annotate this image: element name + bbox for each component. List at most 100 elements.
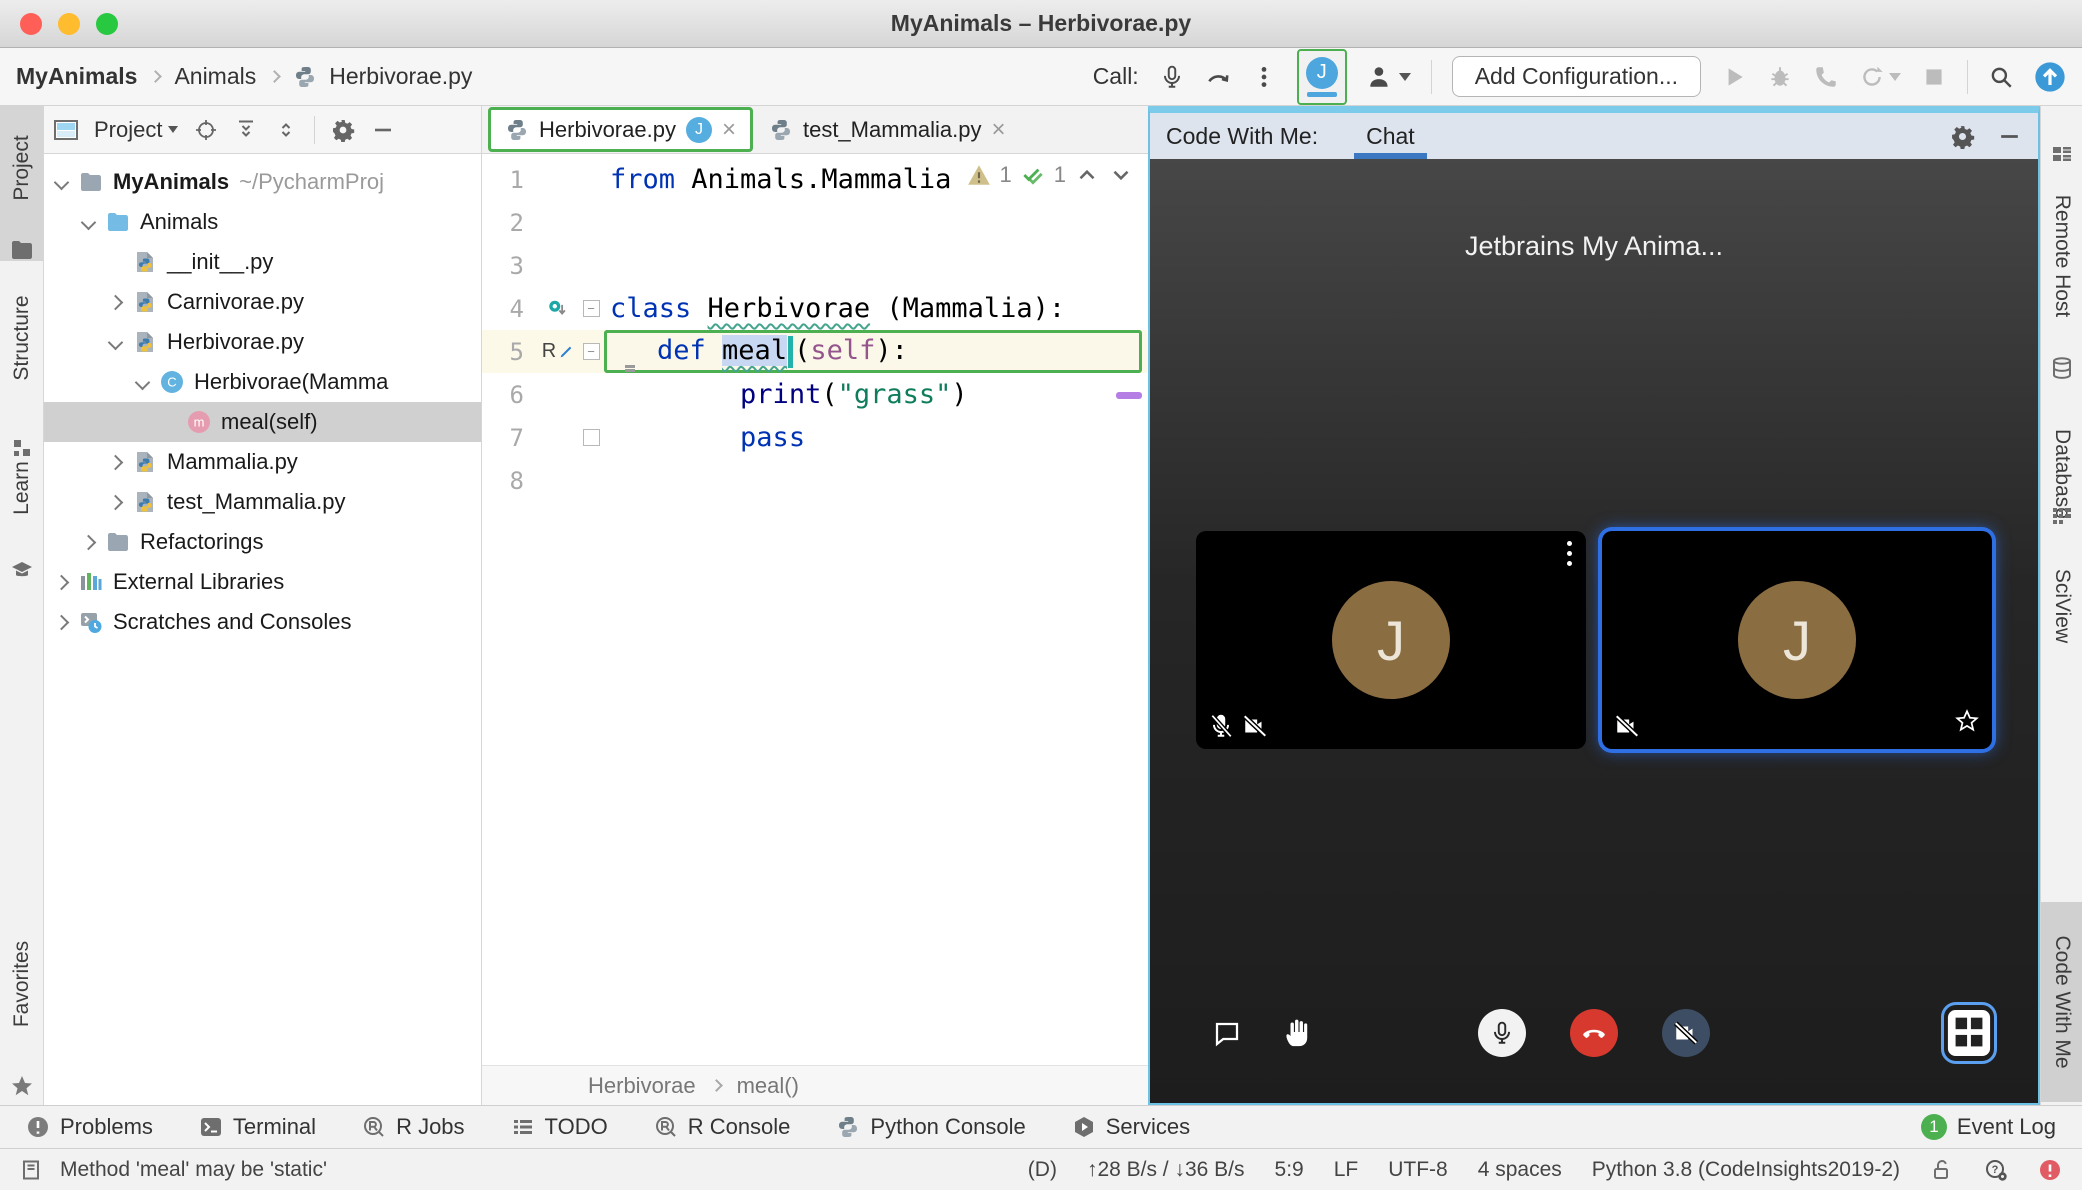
grid-view-button[interactable]	[1941, 1002, 1997, 1064]
gear-icon[interactable]	[331, 118, 355, 142]
fold-marker-icon[interactable]: −	[582, 300, 600, 317]
end-call-button[interactable]	[1570, 1009, 1618, 1057]
zoom-window-button[interactable]	[96, 13, 118, 35]
video-tile-1[interactable]: J	[1196, 531, 1586, 749]
fold-marker-icon[interactable]: −	[582, 343, 600, 360]
video-tile-2[interactable]: J	[1602, 531, 1992, 749]
status-segment-d[interactable]: (D)	[1028, 1158, 1057, 1182]
fold-marker-icon[interactable]	[582, 429, 600, 446]
stripe-item-remote-host[interactable]: Remote Host	[2050, 195, 2074, 318]
tab-herbivorae-py[interactable]: Herbivorae.py J ×	[488, 107, 753, 152]
project-view-selector[interactable]: Project	[94, 117, 179, 143]
hangup-icon[interactable]	[1205, 64, 1231, 90]
toolwindow-button-r-jobs[interactable]: R Jobs	[362, 1114, 465, 1140]
collapse-all-icon[interactable]	[274, 118, 298, 142]
camera-toggle-button[interactable]	[1662, 1009, 1710, 1057]
code-area[interactable]: 1 1 1 from Animals.Mammalia 2 3 4− class Herb…	[482, 154, 1148, 1065]
stripe-item-structure[interactable]: Structure	[10, 295, 34, 380]
code-line-7[interactable]: 7 pass	[482, 416, 1148, 459]
editor-breadcrumb-herbivorae[interactable]: Herbivorae	[588, 1073, 696, 1099]
tip-icon[interactable]: ?	[1984, 1158, 2008, 1182]
warning-icon[interactable]	[966, 162, 992, 188]
window-icon[interactable]	[20, 1158, 44, 1182]
gear-icon[interactable]	[1950, 124, 1975, 149]
tree-item-carnivorae-py[interactable]: Carnivorae.py	[44, 282, 481, 322]
chevron-right-icon[interactable]	[80, 534, 97, 550]
tree-item-scratches-and-consoles[interactable]: Scratches and Consoles	[44, 602, 481, 642]
code-line-6[interactable]: 6 print("grass")	[482, 373, 1148, 416]
tree-item-test-mammalia-py[interactable]: test_Mammalia.py	[44, 482, 481, 522]
microphone-icon[interactable]	[1159, 64, 1185, 90]
code-line-2[interactable]: 2	[482, 201, 1148, 244]
toolwindow-button-problems[interactable]: Problems	[26, 1114, 153, 1140]
chevron-down-icon[interactable]	[134, 374, 151, 390]
editor-breadcrumb-meal[interactable]: meal()	[737, 1073, 799, 1099]
toolwindow-button-services[interactable]: Services	[1072, 1114, 1190, 1140]
stop-icon[interactable]	[1921, 64, 1947, 90]
close-icon[interactable]: ×	[991, 117, 1005, 142]
code-line-3[interactable]: 3	[482, 244, 1148, 287]
chevron-down-icon[interactable]	[107, 334, 124, 350]
add-configuration-button[interactable]: Add Configuration...	[1451, 56, 1701, 97]
tree-item-myanimals[interactable]: MyAnimals ~/PycharmProj	[44, 162, 481, 202]
status-segment-lf[interactable]: LF	[1334, 1158, 1359, 1182]
chevron-right-icon[interactable]	[53, 574, 70, 590]
status-segment-utf-8[interactable]: UTF-8	[1388, 1158, 1448, 1182]
toolwindow-button-event-log[interactable]: 1 Event Log	[1920, 1114, 2056, 1140]
chevron-right-icon[interactable]	[107, 494, 124, 510]
expand-all-icon[interactable]	[234, 118, 258, 142]
pin-star-icon[interactable]	[1954, 708, 1980, 739]
stripe-item-sciview[interactable]: SciView	[2050, 569, 2074, 643]
raise-hand-icon[interactable]	[1282, 1015, 1316, 1054]
phone-icon[interactable]	[1813, 64, 1839, 90]
kebab-menu-icon[interactable]	[1251, 64, 1277, 90]
tile-menu-icon[interactable]	[1567, 541, 1572, 566]
chevron-right-icon[interactable]	[107, 454, 124, 470]
tree-item-animals[interactable]: Animals	[44, 202, 481, 242]
debug-icon[interactable]	[1767, 64, 1793, 90]
close-window-button[interactable]	[20, 13, 42, 35]
tab-chat[interactable]: Chat	[1354, 113, 1427, 159]
chat-bubble-icon[interactable]	[1212, 1019, 1242, 1054]
tree-item-herbivorae-mamma[interactable]: C Herbivorae(Mamma	[44, 362, 481, 402]
toolwindow-button-r-console[interactable]: R Console	[654, 1114, 790, 1140]
hide-panel-icon[interactable]	[371, 118, 395, 142]
tree-item-refactorings[interactable]: Refactorings	[44, 522, 481, 562]
close-icon[interactable]: ×	[722, 117, 736, 142]
rerun-icon[interactable]	[1859, 64, 1885, 90]
update-icon[interactable]	[2034, 61, 2066, 93]
lightbulb-icon[interactable]	[619, 340, 643, 368]
search-icon[interactable]	[1988, 64, 2014, 90]
breadcrumb-item-myanimals[interactable]: MyAnimals	[16, 63, 137, 90]
tab-test-mammalia-py[interactable]: test_Mammalia.py ×	[755, 106, 1020, 153]
status-segment-5-9[interactable]: 5:9	[1275, 1158, 1304, 1182]
run-icon[interactable]	[1721, 64, 1747, 90]
tree-item-meal-self[interactable]: m meal(self)	[44, 402, 481, 442]
chevron-down-icon[interactable]	[80, 214, 97, 230]
breadcrumb-item-herbivorae-py[interactable]: Herbivorae.py	[329, 63, 472, 90]
tree-item-herbivorae-py[interactable]: Herbivorae.py	[44, 322, 481, 362]
tree-item-external-libraries[interactable]: External Libraries	[44, 562, 481, 602]
mic-toggle-button[interactable]	[1478, 1009, 1526, 1057]
toolwindow-button-todo[interactable]: TODO	[511, 1114, 608, 1140]
code-line-4[interactable]: 4 − class Herbivorae (Mammalia):	[482, 287, 1148, 330]
minimize-window-button[interactable]	[58, 13, 80, 35]
stripe-item-project[interactable]: Project	[10, 135, 34, 200]
chevron-right-icon[interactable]	[53, 614, 70, 630]
status-segment-28-b-s-36-b-s[interactable]: ↑28 B/s / ↓36 B/s	[1087, 1158, 1245, 1182]
add-user-icon[interactable]	[1367, 64, 1393, 90]
participant-avatar[interactable]: J	[1296, 48, 1347, 105]
locate-icon[interactable]	[194, 118, 218, 142]
breadcrumb-item-animals[interactable]: Animals	[174, 63, 256, 90]
prev-problem-icon[interactable]	[1074, 162, 1100, 188]
tree-item-init-py[interactable]: __init__.py	[44, 242, 481, 282]
stripe-item-code-with-me[interactable]: Code With Me	[2050, 935, 2074, 1068]
next-problem-icon[interactable]	[1108, 162, 1134, 188]
tree-item-mammalia-py[interactable]: Mammalia.py	[44, 442, 481, 482]
checks-icon[interactable]	[1020, 162, 1046, 188]
chevron-right-icon[interactable]	[107, 294, 124, 310]
code-line-5[interactable]: 5 R − def meal (self):	[482, 330, 1148, 373]
toolwindow-button-python-console[interactable]: Python Console	[836, 1114, 1026, 1140]
error-indicator-icon[interactable]	[2038, 1158, 2062, 1182]
toolwindow-button-terminal[interactable]: Terminal	[199, 1114, 316, 1140]
